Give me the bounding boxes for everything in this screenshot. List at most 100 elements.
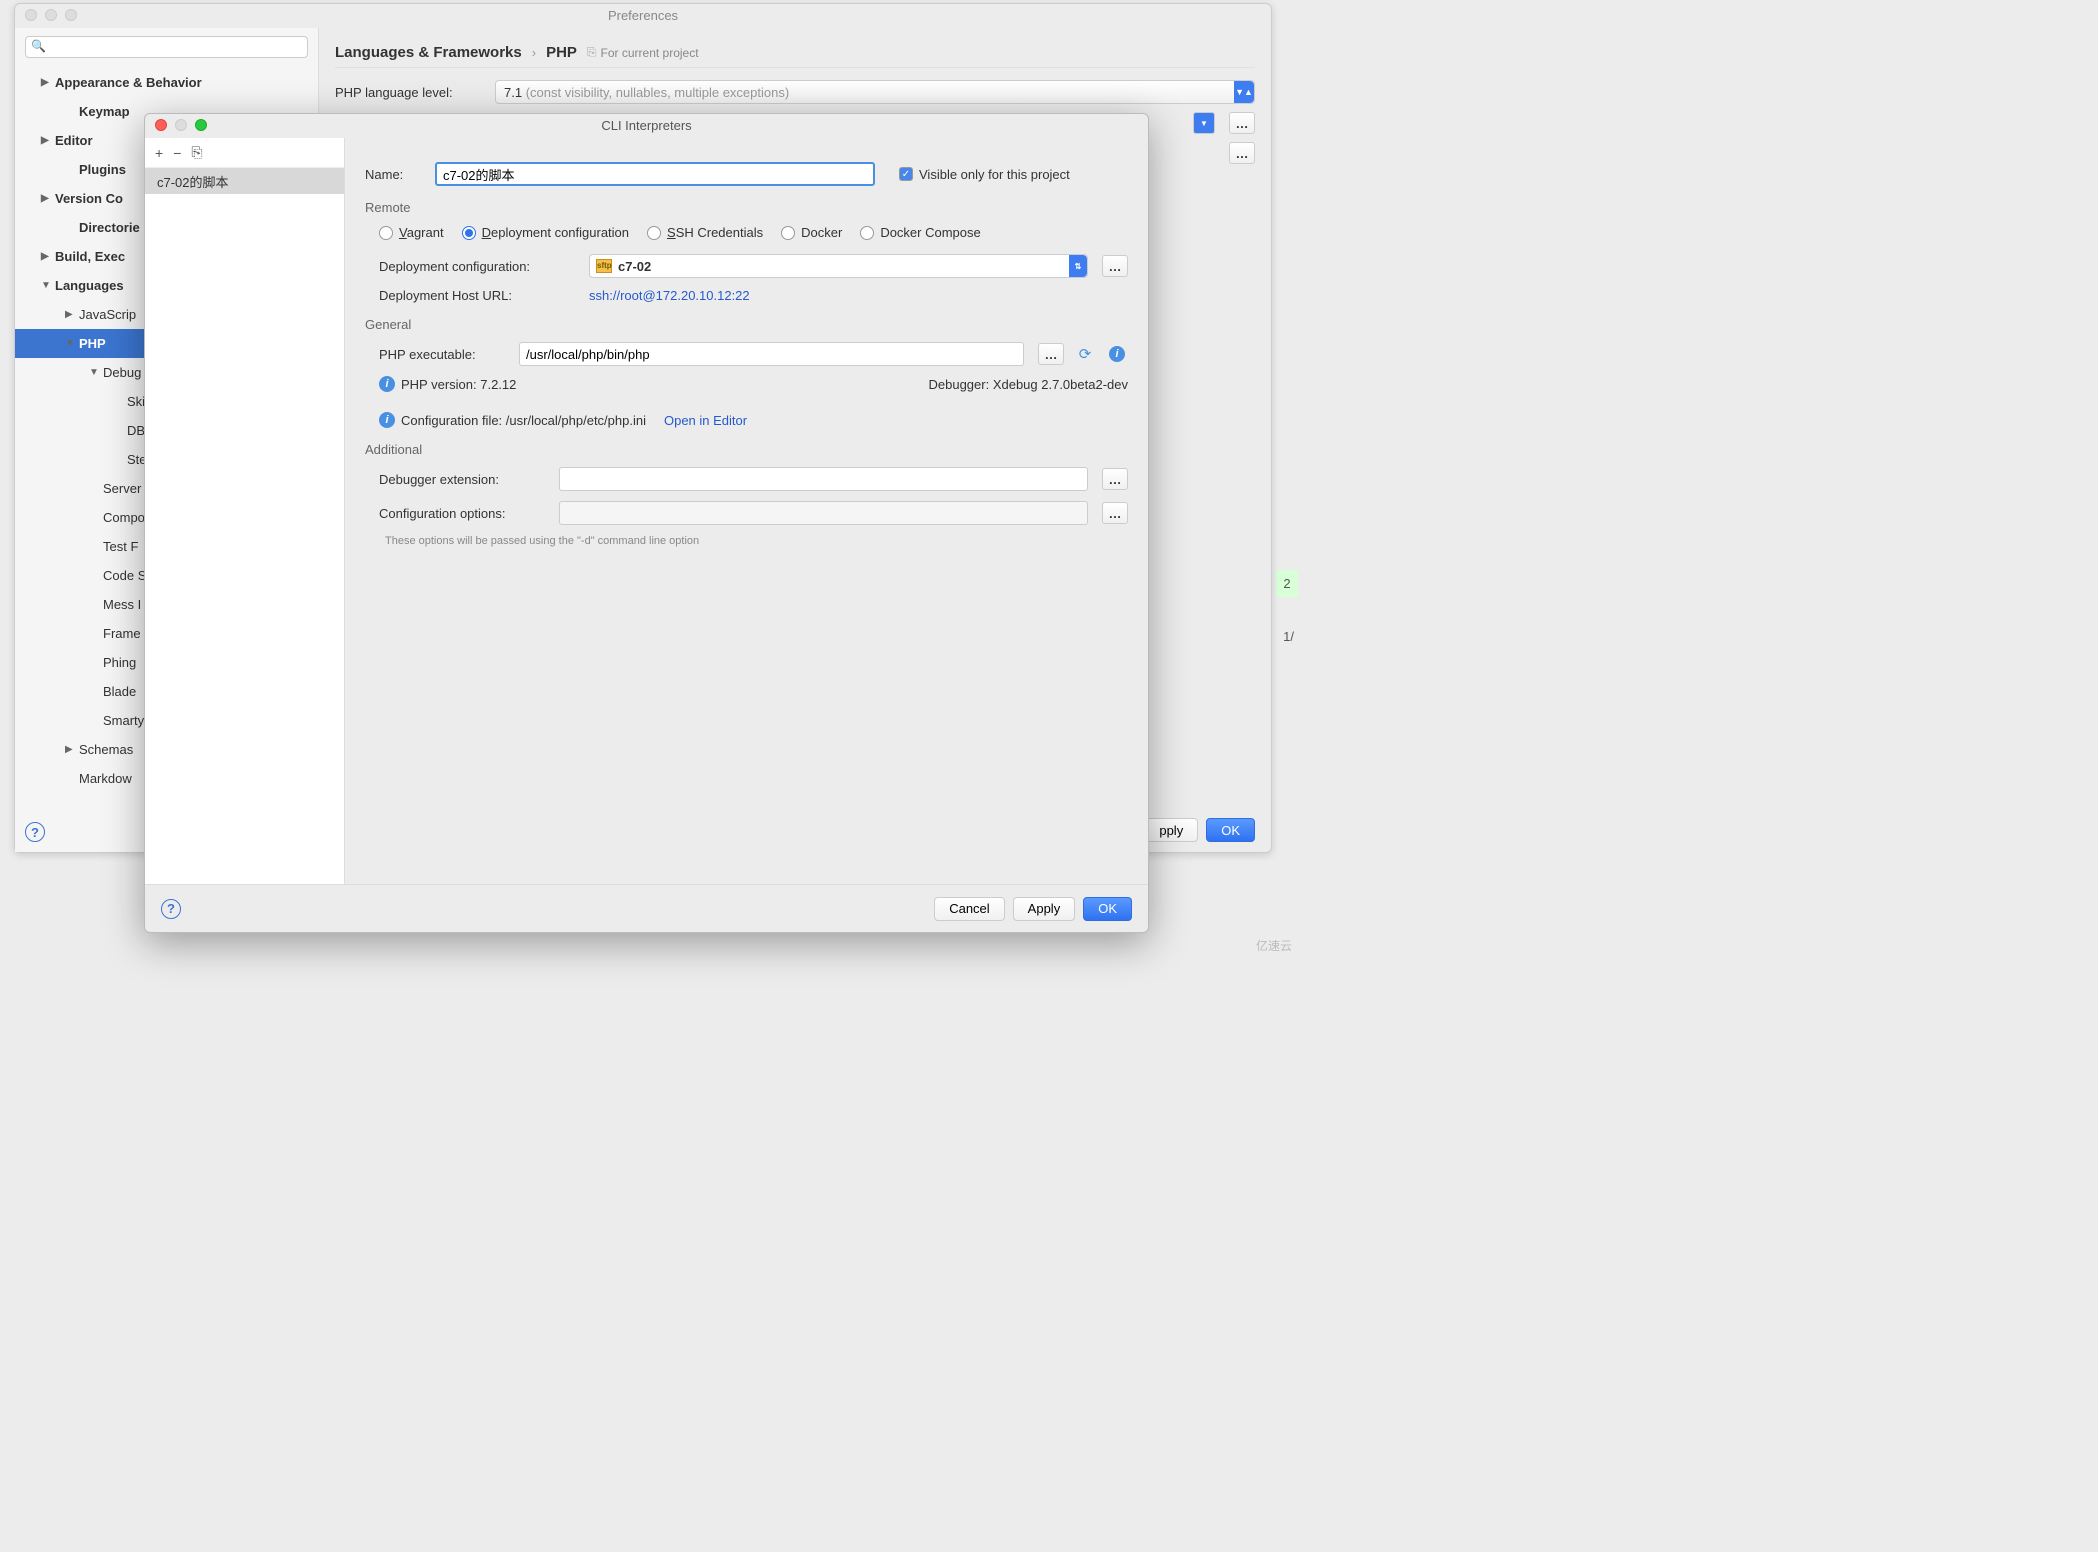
cli-interpreter-browse[interactable]: … [1229,112,1255,134]
breadcrumb-sep: › [532,45,536,60]
config-opts-browse[interactable]: … [1102,502,1128,524]
tree-item-label: PHP [79,336,106,351]
copy-button[interactable]: ⎘ [191,144,202,161]
include-path-browse[interactable]: … [1229,142,1255,164]
chevron-down-icon: ▼▲ [1234,81,1254,103]
apply-button[interactable]: Apply [1013,897,1076,921]
deploy-config-label: Deployment configuration: [379,259,579,274]
debugger-ext-label: Debugger extension: [379,472,549,487]
cli-title: CLI Interpreters [601,118,691,133]
debugger-ext-input[interactable] [559,467,1088,491]
search-icon: 🔍 [31,39,46,53]
debugger-ext-browse[interactable]: … [1102,468,1128,490]
php-exec-browse[interactable]: … [1038,343,1064,365]
tree-item-label: Code S [103,568,146,583]
info-icon[interactable]: i [1106,343,1128,365]
minimize-icon [175,119,187,131]
scope-icon [587,45,597,60]
tree-item-label: Phing [103,655,136,670]
reload-icon[interactable]: ⟳ [1074,343,1096,365]
radio-vagrant[interactable]: Vagrant [379,225,444,240]
prefs-apply-button[interactable]: pply [1144,818,1198,842]
zoom-icon[interactable] [65,9,77,21]
deploy-host-label: Deployment Host URL: [379,288,579,303]
chevron-down-icon: ⇅ [1069,255,1087,277]
preferences-titlebar: Preferences [15,4,1271,28]
lang-level-select[interactable]: 7.1 (const visibility, nullables, multip… [495,80,1255,104]
checkbox-checked-icon: ✓ [899,167,913,181]
deploy-host-url[interactable]: ssh://root@172.20.10.12:22 [589,288,750,303]
additional-section-title: Additional [365,442,1128,457]
tree-item-label: JavaScrip [79,307,136,322]
lang-level-value: 7.1 [504,85,522,100]
php-exec-input[interactable] [519,342,1024,366]
tree-item-label: Version Co [55,191,123,206]
info-icon: i [379,376,395,392]
close-icon[interactable] [155,119,167,131]
lang-level-hint: (const visibility, nullables, multiple e… [526,85,789,100]
tree-arrow-icon: ▶ [65,744,79,755]
tree-item-label: Plugins [79,162,126,177]
sidebar-item-appearance-behavior[interactable]: ▶Appearance & Behavior [15,68,318,97]
radio-deployment[interactable]: Deployment configuration [462,225,629,240]
remove-button[interactable]: − [173,145,181,161]
bg-badge: 2 [1276,570,1298,597]
tree-item-label: Schemas [79,742,133,757]
breadcrumb-root[interactable]: Languages & Frameworks [335,44,522,61]
tree-item-label: Editor [55,133,93,148]
breadcrumb: Languages & Frameworks › PHP For current… [335,38,1255,68]
tree-arrow-icon: ▶ [41,193,55,204]
general-section-title: General [365,317,1128,332]
cli-interpreter-picker[interactable]: ▼ [1193,112,1215,134]
tree-item-label: Languages [55,278,124,293]
tree-item-label: Directorie [79,220,140,235]
tree-item-label: Appearance & Behavior [55,75,202,90]
tree-item-label: Build, Exec [55,249,125,264]
search-input[interactable] [25,36,308,58]
sftp-icon: sftp [596,259,612,273]
interpreter-list-panel: + − ⎘ c7-02的脚本 [145,138,345,884]
scope-label: For current project [587,45,699,60]
help-button[interactable]: ? [25,822,45,842]
visible-only-checkbox[interactable]: ✓ Visible only for this project [899,167,1070,182]
name-input[interactable] [435,162,875,186]
ok-button[interactable]: OK [1083,897,1132,921]
radio-docker-compose[interactable]: Docker Compose [860,225,980,240]
tree-item-label: Mess I [103,597,141,612]
watermark: 亿速云 [1256,937,1292,954]
tree-item-label: Compo [103,510,145,525]
tree-item-label: Debug [103,365,141,380]
tree-arrow-icon: ▶ [41,135,55,146]
breadcrumb-leaf: PHP [546,44,577,61]
tree-arrow-icon: ▼ [41,280,55,291]
tree-item-label: Server [103,481,141,496]
info-icon: i [379,412,395,428]
close-icon[interactable] [25,9,37,21]
tree-arrow-icon: ▼ [65,338,79,349]
deploy-config-browse[interactable]: … [1102,255,1128,277]
zoom-icon[interactable] [195,119,207,131]
radio-ssh[interactable]: SSH Credentials [647,225,763,240]
remote-type-radios: Vagrant Deployment configuration SSH Cre… [379,225,1128,240]
interpreter-list-item[interactable]: c7-02的脚本 [145,168,344,194]
tree-arrow-icon: ▶ [65,309,79,320]
tree-arrow-icon: ▶ [41,77,55,88]
deploy-config-select[interactable]: sftp c7-02 ⇅ [589,254,1088,278]
tree-item-label: Keymap [79,104,130,119]
add-button[interactable]: + [155,145,163,161]
minimize-icon[interactable] [45,9,57,21]
cli-interpreters-dialog: CLI Interpreters + − ⎘ c7-02的脚本 Name: ✓ … [144,113,1149,933]
help-button[interactable]: ? [161,899,181,919]
traffic-lights [25,9,77,21]
tree-item-label: Test F [103,539,138,554]
prefs-ok-button[interactable]: OK [1206,818,1255,842]
cli-footer: ? Cancel Apply OK [145,884,1148,932]
open-in-editor-link[interactable]: Open in Editor [664,413,747,428]
config-opts-input[interactable] [559,501,1088,525]
cancel-button[interactable]: Cancel [934,897,1004,921]
remote-section-title: Remote [365,200,1128,215]
radio-docker[interactable]: Docker [781,225,842,240]
interpreter-toolbar: + − ⎘ [145,138,344,168]
lang-level-label: PHP language level: [335,85,485,100]
tree-item-label: Smarty [103,713,144,728]
